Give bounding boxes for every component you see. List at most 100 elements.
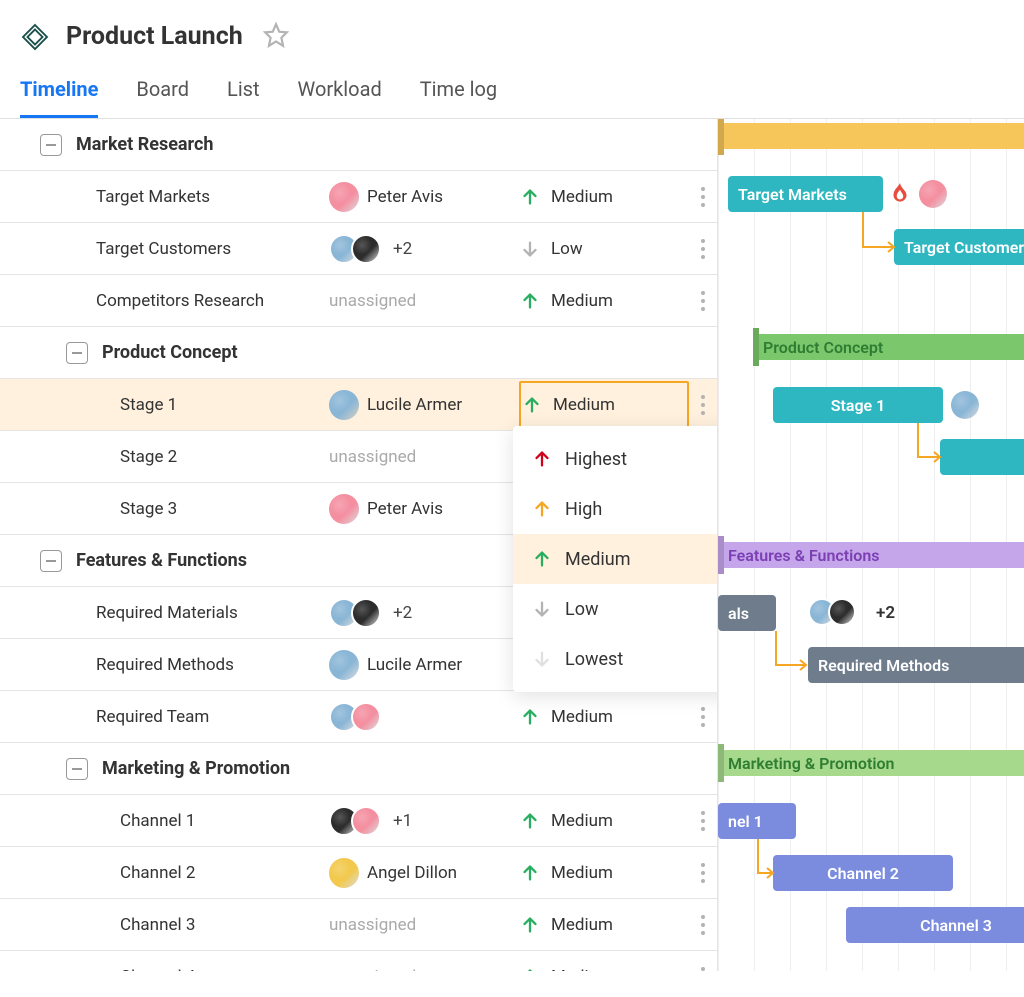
tab-time-log[interactable]: Time log bbox=[420, 77, 497, 118]
priority-label: Medium bbox=[551, 811, 613, 831]
priority-cell[interactable]: Medium bbox=[519, 381, 689, 429]
assignee-cell[interactable]: Peter Avis bbox=[329, 494, 519, 524]
assignee-cell[interactable]: unassigned bbox=[329, 291, 519, 311]
task-row[interactable]: Stage 1 Lucile Armer Medium bbox=[0, 379, 717, 431]
gantt-task-bar[interactable]: Stage 1 bbox=[773, 387, 943, 423]
priority-cell[interactable]: Medium bbox=[519, 290, 689, 312]
gantt-task-bar[interactable]: nel 1 bbox=[718, 803, 796, 839]
row-menu-button[interactable] bbox=[689, 706, 717, 728]
task-row[interactable]: Required TeamMedium bbox=[0, 691, 717, 743]
gantt-task-bar[interactable]: als+2 bbox=[718, 595, 776, 631]
priority-cell[interactable]: Medium bbox=[519, 706, 689, 728]
gantt-task-bar[interactable]: Target Customers bbox=[894, 229, 1024, 265]
collapse-toggle[interactable] bbox=[66, 758, 88, 780]
overflow-count: +2 bbox=[393, 239, 412, 259]
task-name: Stage 1 bbox=[120, 395, 177, 415]
task-row[interactable]: Channel 1 +1 Medium bbox=[0, 795, 717, 847]
group-row[interactable]: Product Concept bbox=[0, 327, 717, 379]
group-row[interactable]: Market Research bbox=[0, 119, 717, 171]
gantt-task-bar[interactable]: Target Markets bbox=[728, 176, 883, 212]
collapse-toggle[interactable] bbox=[40, 550, 62, 572]
priority-cell[interactable]: Medium bbox=[519, 186, 689, 208]
assignee-cell[interactable]: unassigned bbox=[329, 915, 519, 935]
favorite-button[interactable] bbox=[259, 18, 293, 55]
task-row[interactable]: Channel 4 unassigned Medium bbox=[0, 951, 717, 971]
priority-option-low[interactable]: Low bbox=[513, 584, 718, 634]
collapse-toggle[interactable] bbox=[66, 342, 88, 364]
view-tabs: Timeline Board List Workload Time log bbox=[0, 55, 1024, 119]
gantt-task-bar[interactable]: Channel 2 bbox=[773, 855, 953, 891]
priority-cell[interactable]: Medium bbox=[519, 966, 689, 972]
gantt-task-bar[interactable]: Required Methods bbox=[808, 647, 1024, 683]
task-row[interactable]: Channel 2Angel DillonMedium bbox=[0, 847, 717, 899]
task-name: Channel 4 bbox=[120, 967, 195, 972]
gantt-group-bar[interactable]: Product Concept bbox=[753, 334, 1024, 360]
assignee-cell[interactable]: Angel Dillon bbox=[329, 858, 519, 888]
priority-label: Low bbox=[551, 239, 583, 259]
row-menu-button[interactable] bbox=[689, 238, 717, 260]
gantt-bar-label: Channel 2 bbox=[827, 864, 899, 883]
assignee-cell[interactable]: unassigned bbox=[329, 447, 519, 467]
row-menu-button[interactable] bbox=[689, 394, 717, 416]
gantt-chart-pane: Target Markets Target Customers Product Co… bbox=[718, 119, 1024, 971]
task-name: Target Markets bbox=[96, 187, 210, 207]
assignee-name: Peter Avis bbox=[367, 187, 443, 207]
gantt-group-bar[interactable]: Features & Functions bbox=[718, 542, 1024, 568]
priority-option-medium[interactable]: Medium bbox=[513, 534, 718, 584]
assignee-cell[interactable]: Lucile Armer bbox=[329, 650, 519, 680]
tab-list[interactable]: List bbox=[227, 77, 260, 118]
priority-label: Medium bbox=[551, 707, 613, 727]
tab-workload[interactable]: Workload bbox=[298, 77, 382, 118]
gantt-task-bar[interactable] bbox=[940, 439, 1024, 475]
priority-cell[interactable]: Medium bbox=[519, 810, 689, 832]
group-row[interactable]: Marketing & Promotion bbox=[0, 743, 717, 795]
priority-cell[interactable]: Medium bbox=[519, 914, 689, 936]
task-row[interactable]: Competitors Research unassignedMedium bbox=[0, 275, 717, 327]
overflow-count: +1 bbox=[393, 811, 412, 831]
assignee-cell[interactable]: Peter Avis bbox=[329, 182, 519, 212]
row-menu-button[interactable] bbox=[689, 862, 717, 884]
gantt-bar-label: Required Methods bbox=[818, 656, 949, 675]
group-name: Features & Functions bbox=[76, 550, 247, 571]
gantt-group-bar[interactable] bbox=[718, 123, 1024, 149]
assignee-cell[interactable]: +2 bbox=[329, 234, 519, 264]
task-name: Stage 3 bbox=[120, 499, 177, 519]
assignee-cell[interactable]: +2 bbox=[329, 598, 519, 628]
row-menu-button[interactable] bbox=[689, 914, 717, 936]
task-name: Channel 1 bbox=[120, 811, 195, 831]
row-menu-button[interactable] bbox=[689, 810, 717, 832]
tab-board[interactable]: Board bbox=[136, 77, 189, 118]
group-name: Product Concept bbox=[102, 342, 238, 363]
row-menu-button[interactable] bbox=[689, 290, 717, 312]
priority-cell[interactable]: Medium bbox=[519, 862, 689, 884]
gantt-bar-label: Target Customers bbox=[904, 238, 1024, 257]
gantt-task-bar[interactable]: Channel 3 bbox=[846, 907, 1024, 943]
priority-option-high[interactable]: High bbox=[513, 484, 718, 534]
tab-timeline[interactable]: Timeline bbox=[20, 77, 98, 118]
project-title: Product Launch bbox=[66, 22, 243, 51]
priority-option-label: Highest bbox=[565, 449, 627, 470]
row-menu-button[interactable] bbox=[689, 186, 717, 208]
priority-option-label: High bbox=[565, 499, 602, 520]
collapse-toggle[interactable] bbox=[40, 134, 62, 156]
row-menu-button[interactable] bbox=[689, 966, 717, 972]
assignee-cell[interactable]: unassigned bbox=[329, 967, 519, 972]
priority-label: Medium bbox=[551, 967, 613, 972]
task-row[interactable]: Channel 3unassignedMedium bbox=[0, 899, 717, 951]
task-row[interactable]: Target Customers +2 Low bbox=[0, 223, 717, 275]
assignee-name: Lucile Armer bbox=[367, 395, 462, 415]
priority-dropdown: Highest High MediumLowLowest bbox=[513, 426, 718, 692]
assignee-cell[interactable]: +1 bbox=[329, 806, 519, 836]
priority-option-highest[interactable]: Highest bbox=[513, 434, 718, 484]
task-name: Competitors Research bbox=[96, 291, 264, 311]
task-list-pane: Market Research Target Markets Peter Avis M… bbox=[0, 119, 718, 971]
priority-cell[interactable]: Low bbox=[519, 238, 689, 260]
priority-option-lowest[interactable]: Lowest bbox=[513, 634, 718, 684]
assignee-cell[interactable]: Lucile Armer bbox=[329, 390, 519, 420]
task-row[interactable]: Target Markets Peter Avis Medium bbox=[0, 171, 717, 223]
task-name: Stage 2 bbox=[120, 447, 177, 467]
gantt-group-bar[interactable]: Marketing & Promotion bbox=[718, 750, 1024, 776]
task-name: Target Customers bbox=[96, 239, 231, 259]
assignee-cell[interactable] bbox=[329, 702, 519, 732]
avatar bbox=[351, 806, 381, 836]
